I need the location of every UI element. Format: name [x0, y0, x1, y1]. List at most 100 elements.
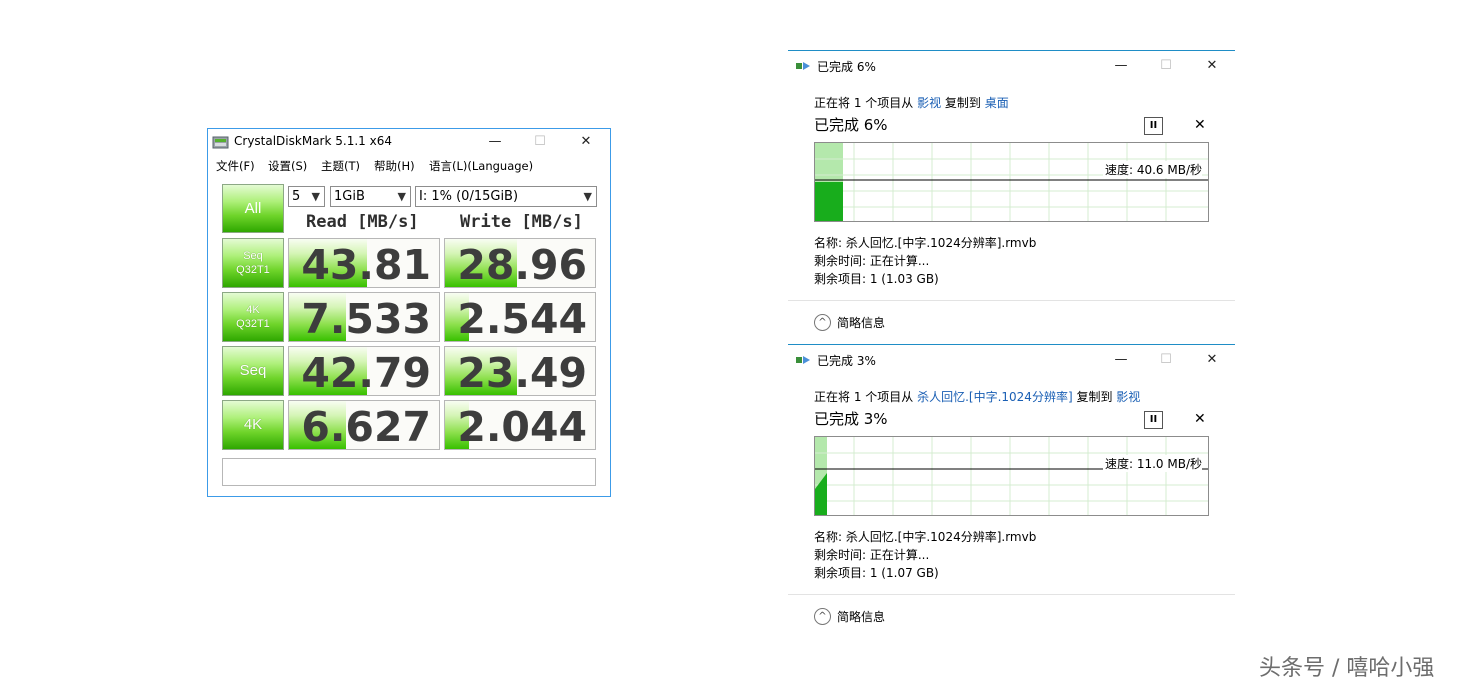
- minimize-button[interactable]: —: [1108, 56, 1134, 76]
- write-column-header: Write [MB/s]: [460, 212, 583, 232]
- speed-label: 速度: 11.0 MB/秒: [1102, 455, 1202, 472]
- write-result-cell: 28.96: [444, 238, 596, 288]
- percent-complete: 已完成 6%: [814, 116, 888, 134]
- copy-dialog: 已完成 3% — ☐ ✕ 正在将 1 个项目从 杀人回忆.[中字.1024分辨率…: [788, 344, 1235, 638]
- pause-button[interactable]: II: [1144, 411, 1163, 429]
- drive-value: I: 1% (0/15GiB): [419, 189, 519, 204]
- comment-input[interactable]: [222, 458, 596, 486]
- minimize-button[interactable]: —: [1108, 350, 1134, 370]
- read-result-cell: 7.533: [288, 292, 440, 342]
- dest-folder-link[interactable]: 桌面: [985, 96, 1009, 110]
- items-remaining: 剩余项目: 1 (1.07 GB): [814, 566, 939, 580]
- read-column-header: Read [MB/s]: [306, 212, 419, 232]
- drive-select[interactable]: I: 1% (0/15GiB) ▼: [415, 186, 597, 207]
- read-result-cell: 6.627: [288, 400, 440, 450]
- less-info-toggle[interactable]: ^ 简略信息: [814, 608, 885, 625]
- 4k-q32t1-button[interactable]: 4K Q32T1: [222, 292, 284, 342]
- row-label: 4K: [243, 416, 263, 433]
- less-info-label: 简略信息: [837, 316, 886, 330]
- seq-button[interactable]: Seq: [222, 346, 284, 396]
- divider: [788, 300, 1235, 301]
- speed-graph-svg: [815, 437, 1208, 515]
- less-info-toggle[interactable]: ^ 简略信息: [814, 314, 885, 331]
- row-sublabel: Q32T1: [236, 264, 270, 276]
- graph-grid: [815, 143, 1208, 221]
- close-button[interactable]: ✕: [1199, 56, 1225, 76]
- row-label: Seq: [239, 362, 267, 379]
- menu-language[interactable]: 语言(L)(Language): [429, 158, 533, 174]
- seq-q32t1-button[interactable]: Seq Q32T1: [222, 238, 284, 288]
- description-prefix: 正在将 1 个项目从: [814, 96, 918, 110]
- speed-label: 速度: 40.6 MB/秒: [1102, 161, 1202, 178]
- maximize-button[interactable]: ☐: [1153, 56, 1179, 76]
- close-button[interactable]: ✕: [573, 132, 599, 152]
- copy-description: 正在将 1 个项目从 杀人回忆.[中字.1024分辨率] 复制到 影视: [814, 388, 1140, 405]
- row-label: Seq: [243, 250, 263, 262]
- time-remaining: 剩余时间: 正在计算...: [814, 548, 930, 562]
- menu-bar: 文件(F) 设置(S) 主题(T) 帮助(H) 语言(L)(Language): [208, 156, 610, 176]
- read-value: 43.81: [301, 241, 431, 288]
- test-count-value: 5: [292, 189, 301, 204]
- menu-help[interactable]: 帮助(H): [374, 158, 415, 174]
- test-count-select[interactable]: 5 ▼: [288, 186, 325, 207]
- watermark: 头条号 / 嘻哈小强: [1259, 656, 1435, 681]
- time-remaining: 剩余时间: 正在计算...: [814, 254, 930, 268]
- less-info-label: 简略信息: [837, 610, 886, 624]
- maximize-button[interactable]: ☐: [1153, 350, 1179, 370]
- description-mid: 复制到: [941, 96, 985, 110]
- chevron-down-icon: ▼: [397, 190, 406, 203]
- read-result-cell: 43.81: [288, 238, 440, 288]
- dest-folder-link[interactable]: 影视: [1116, 390, 1140, 404]
- test-size-value: 1GiB: [334, 189, 365, 204]
- write-value: 2.044: [457, 403, 587, 450]
- cancel-button[interactable]: ✕: [1194, 117, 1206, 133]
- window-title: CrystalDiskMark 5.1.1 x64: [234, 134, 392, 148]
- chevron-down-icon: ▼: [311, 190, 320, 203]
- chevron-down-icon: ▼: [583, 190, 592, 203]
- menu-file[interactable]: 文件(F): [216, 158, 255, 174]
- divider: [788, 594, 1235, 595]
- speed-area: [815, 182, 843, 221]
- dialog-title: 已完成 3%: [817, 354, 876, 368]
- menu-settings[interactable]: 设置(S): [268, 158, 307, 174]
- row-label: 4K: [246, 304, 260, 316]
- chevron-up-icon: ^: [814, 314, 831, 331]
- write-result-cell: 2.044: [444, 400, 596, 450]
- speed-graph: 速度: 11.0 MB/秒: [814, 436, 1209, 516]
- pause-button[interactable]: II: [1144, 117, 1163, 135]
- maximize-button[interactable]: ☐: [527, 132, 553, 152]
- read-value: 42.79: [301, 349, 431, 396]
- write-value: 28.96: [457, 241, 587, 288]
- description-prefix: 正在将 1 个项目从: [814, 390, 918, 404]
- title-bar: CrystalDiskMark 5.1.1 x64 — ☐ ✕: [208, 129, 610, 156]
- speed-graph-svg: [815, 143, 1208, 221]
- minimize-button[interactable]: —: [482, 132, 508, 152]
- copy-icon: [796, 356, 810, 364]
- file-name: 名称: 杀人回忆.[中字.1024分辨率].rmvb: [814, 530, 1037, 544]
- read-result-cell: 42.79: [288, 346, 440, 396]
- source-folder-link[interactable]: 影视: [917, 96, 941, 110]
- items-remaining: 剩余项目: 1 (1.03 GB): [814, 272, 939, 286]
- file-name: 名称: 杀人回忆.[中字.1024分辨率].rmvb: [814, 236, 1037, 250]
- cancel-button[interactable]: ✕: [1194, 411, 1206, 427]
- description-mid: 复制到: [1072, 390, 1117, 404]
- app-icon: [212, 136, 229, 149]
- row-sublabel: Q32T1: [236, 318, 270, 330]
- write-result-cell: 2.544: [444, 292, 596, 342]
- test-size-select[interactable]: 1GiB ▼: [330, 186, 411, 207]
- run-all-button[interactable]: All: [222, 184, 284, 233]
- write-value: 2.544: [457, 295, 587, 342]
- benchmark-panel: All 5 ▼ 1GiB ▼ I: 1% (0/15GiB) ▼ Read [M…: [208, 176, 610, 496]
- source-folder-link[interactable]: 杀人回忆.[中字.1024分辨率]: [917, 390, 1073, 404]
- close-button[interactable]: ✕: [1199, 350, 1225, 370]
- chevron-up-icon: ^: [814, 608, 831, 625]
- speed-graph: 速度: 40.6 MB/秒: [814, 142, 1209, 222]
- percent-complete: 已完成 3%: [814, 410, 888, 428]
- write-result-cell: 23.49: [444, 346, 596, 396]
- copy-icon: [796, 62, 810, 70]
- dialog-title: 已完成 6%: [817, 60, 876, 74]
- menu-theme[interactable]: 主题(T): [321, 158, 360, 174]
- 4k-button[interactable]: 4K: [222, 400, 284, 450]
- copy-dialog: 已完成 6% — ☐ ✕ 正在将 1 个项目从 影视 复制到 桌面 已完成 6%…: [788, 50, 1235, 344]
- crystaldiskmark-window: CrystalDiskMark 5.1.1 x64 — ☐ ✕ 文件(F) 设置…: [207, 128, 611, 497]
